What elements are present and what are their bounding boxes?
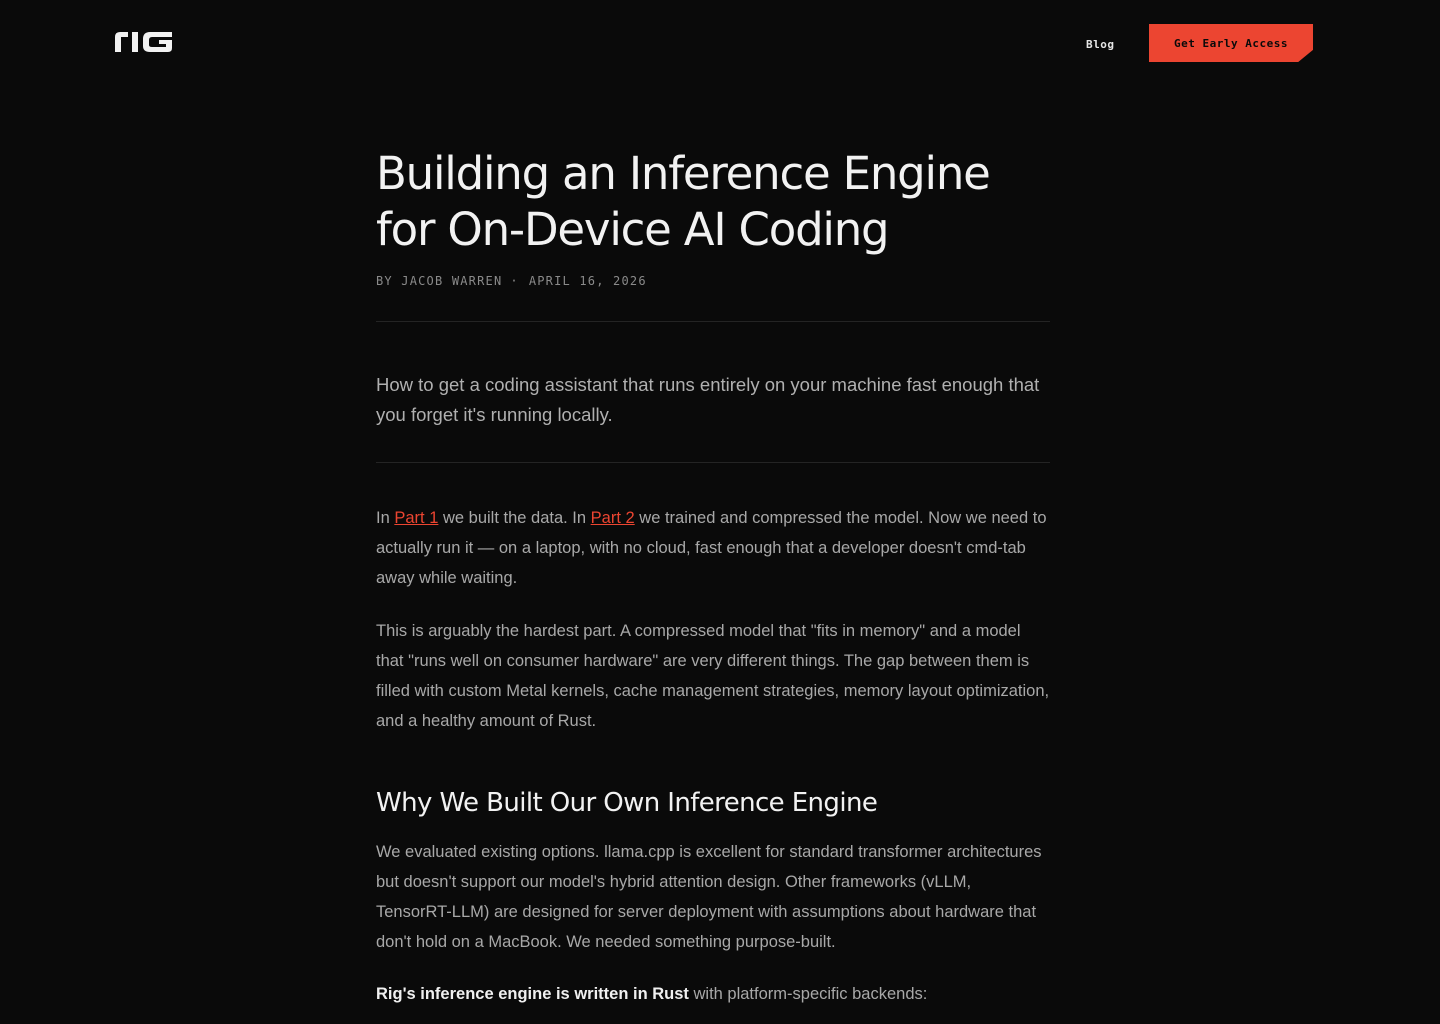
article-lede: How to get a coding assistant that runs … [376,374,1040,425]
article-meta: BY JACOB WARREN · APRIL 16, 2026 [376,272,1050,290]
divider [376,321,1050,322]
paragraph-hardest-part: This is arguably the hardest part. A com… [376,622,1050,730]
nav-blog-link[interactable]: Blog [1086,38,1115,51]
author-byline: BY JACOB WARREN [376,274,503,288]
divider [376,462,1050,463]
section-heading: Why We Built Our Own Inference Engine [376,788,878,818]
meta-separator: · [510,274,519,288]
part-2-link[interactable]: Part 2 [591,509,635,527]
get-early-access-button[interactable]: Get Early Access [1149,24,1313,62]
paragraph-text: we built the data. In [438,509,591,527]
paragraph-emphasis: Rig's inference engine is written in Rus… [376,985,689,1003]
article-title: Building an Inference Engine for On-Devi… [376,147,991,256]
rig-logo[interactable] [114,28,174,54]
rig-logo-icon [115,32,172,52]
paragraph-intro: In Part 1 we built the data. In Part 2 w… [376,503,1050,593]
part-1-link[interactable]: Part 1 [394,509,438,527]
paragraph-existing-options: We evaluated existing options. llama.cpp… [376,843,1042,951]
article: Building an Inference Engine for On-Devi… [376,146,1050,1009]
site-header: Blog Get Early Access [0,0,1440,90]
paragraph-text: In [376,509,395,527]
publish-date: APRIL 16, 2026 [528,274,647,288]
paragraph-rust-engine: Rig's inference engine is written in Rus… [376,979,1050,1009]
paragraph-text: with platform-specific backends: [688,985,928,1003]
